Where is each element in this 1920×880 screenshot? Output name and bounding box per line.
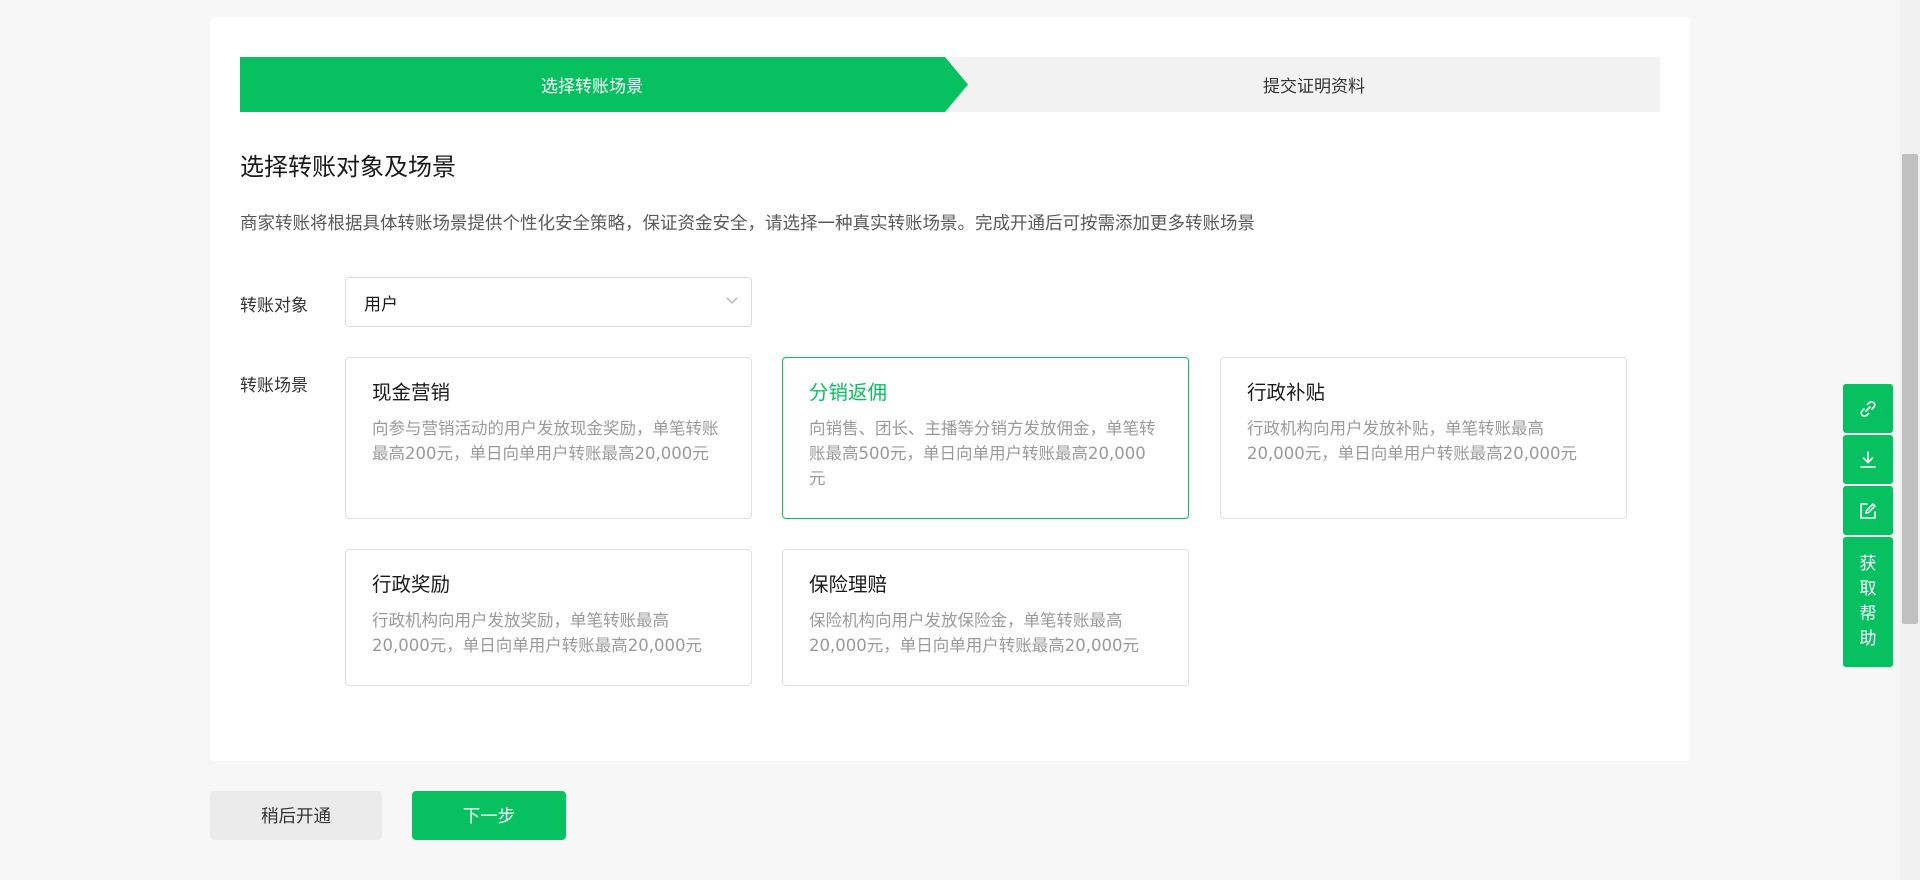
edit-button[interactable] [1843,486,1893,535]
transfer-target-select[interactable]: 用户 [345,277,752,327]
open-later-button[interactable]: 稍后开通 [210,791,382,840]
transfer-target-value: 用户 [364,294,398,315]
section-description: 商家转账将根据具体转账场景提供个性化安全策略，保证资金安全，请选择一种真实转账场… [240,214,1255,234]
scene-title: 分销返佣 [809,381,888,404]
transfer-target-label: 转账对象 [240,296,308,316]
download-icon [1860,450,1876,468]
scene-title: 行政补贴 [1247,381,1326,404]
link-button[interactable] [1843,384,1893,433]
scene-description: 保险机构向用户发放保险金，单笔转账最高20,000元，单日向单用户转账最高20,… [809,611,1139,655]
main-card: 选择转账场景 提交证明资料 选择转账对象及场景 商家转账将根据具体转账场景提供个… [210,17,1690,761]
floating-toolbar: 获取帮助 [1843,384,1893,667]
scene-description: 向参与营销活动的用户发放现金奖励，单笔转账最高200元，单日向单用户转账最高20… [372,419,719,463]
scene-card-cash-marketing[interactable]: 现金营销 向参与营销活动的用户发放现金奖励，单笔转账最高200元，单日向单用户转… [345,357,752,519]
link-icon [1860,400,1876,417]
edit-icon [1860,502,1876,519]
step-progress-bar: 选择转账场景 提交证明资料 [240,57,1660,112]
scene-card-insurance-claim[interactable]: 保险理赔 保险机构向用户发放保险金，单笔转账最高20,000元，单日向单用户转账… [782,549,1189,686]
transfer-scene-label: 转账场景 [240,376,308,396]
section-title: 选择转账对象及场景 [240,153,456,181]
get-help-button[interactable]: 获取帮助 [1843,537,1893,667]
scene-card-distribution-commission[interactable]: 分销返佣 向销售、团长、主播等分销方发放佣金，单笔转账最高500元，单日向单用户… [782,357,1189,519]
step-select-scene: 选择转账场景 [240,57,968,112]
step-submit-proof: 提交证明资料 [1263,77,1365,97]
next-step-button[interactable]: 下一步 [412,791,566,840]
scene-card-admin-subsidy[interactable]: 行政补贴 行政机构向用户发放补贴，单笔转账最高20,000元，单日向单用户转账最… [1220,357,1627,519]
scene-description: 行政机构向用户发放补贴，单笔转账最高20,000元，单日向单用户转账最高20,0… [1247,419,1577,463]
download-button[interactable] [1843,435,1893,484]
scene-description: 行政机构向用户发放奖励，单笔转账最高20,000元，单日向单用户转账最高20,0… [372,611,702,655]
scene-description: 向销售、团长、主播等分销方发放佣金，单笔转账最高500元，单日向单用户转账最高2… [809,419,1156,488]
scene-card-admin-reward[interactable]: 行政奖励 行政机构向用户发放奖励，单笔转账最高20,000元，单日向单用户转账最… [345,549,752,686]
scrollbar-thumb[interactable] [1902,154,1918,624]
scene-title: 行政奖励 [372,573,451,596]
scene-title: 现金营销 [372,381,451,404]
scene-title: 保险理赔 [809,573,888,596]
chevron-down-icon [726,297,738,304]
